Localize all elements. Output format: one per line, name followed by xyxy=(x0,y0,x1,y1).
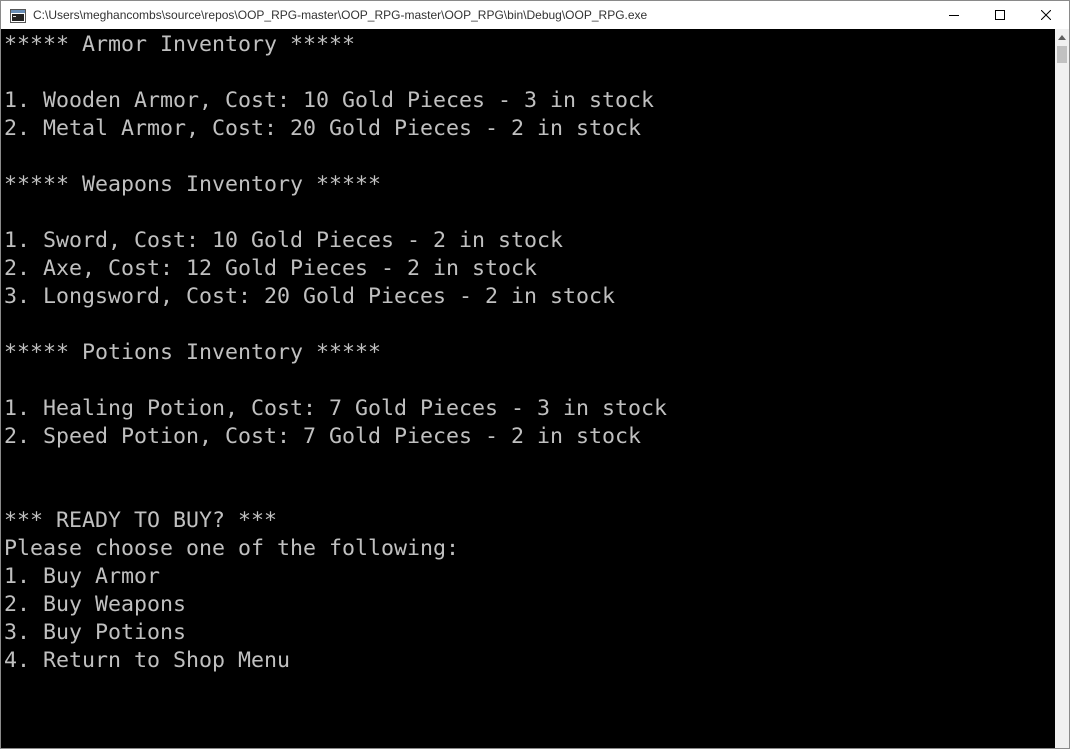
console-app-icon xyxy=(10,8,26,23)
ready-to-buy-header: *** READY TO BUY? *** xyxy=(4,508,278,533)
close-icon xyxy=(1041,10,1051,20)
console-line: 2. Axe, Cost: 12 Gold Pieces - 2 in stoc… xyxy=(4,256,538,281)
console-line: 1. Wooden Armor, Cost: 10 Gold Pieces - … xyxy=(4,88,655,113)
armor-inventory-header: ***** Armor Inventory ***** xyxy=(4,32,356,57)
menu-option: 4. Return to Shop Menu xyxy=(4,648,291,673)
minimize-button[interactable] xyxy=(931,1,977,29)
weapons-inventory-header: ***** Weapons Inventory ***** xyxy=(4,172,382,197)
vertical-scrollbar[interactable] xyxy=(1055,29,1069,748)
minimize-icon xyxy=(949,15,959,16)
close-button[interactable] xyxy=(1023,1,1069,29)
window-title: C:\Users\meghancombs\source\repos\OOP_RP… xyxy=(33,8,648,22)
console-line: 3. Longsword, Cost: 20 Gold Pieces - 2 i… xyxy=(4,284,616,309)
scroll-up-button[interactable] xyxy=(1055,29,1069,46)
menu-option: 1. Buy Armor xyxy=(4,564,161,589)
console-window: C:\Users\meghancombs\source\repos\OOP_RP… xyxy=(0,0,1070,749)
console-line: 2. Speed Potion, Cost: 7 Gold Pieces - 2… xyxy=(4,424,642,449)
console-line: 1. Healing Potion, Cost: 7 Gold Pieces -… xyxy=(4,396,668,421)
console-output[interactable]: ***** Armor Inventory ***** 1. Wooden Ar… xyxy=(1,29,1055,748)
chevron-up-icon xyxy=(1058,35,1066,40)
menu-option: 3. Buy Potions xyxy=(4,620,187,645)
menu-option: 2. Buy Weapons xyxy=(4,592,187,617)
maximize-button[interactable] xyxy=(977,1,1023,29)
menu-prompt: Please choose one of the following: xyxy=(4,536,460,561)
title-bar[interactable]: C:\Users\meghancombs\source\repos\OOP_RP… xyxy=(1,1,1069,29)
maximize-icon xyxy=(995,10,1005,20)
console-line: 2. Metal Armor, Cost: 20 Gold Pieces - 2… xyxy=(4,116,642,141)
console-line: 1. Sword, Cost: 10 Gold Pieces - 2 in st… xyxy=(4,228,564,253)
potions-inventory-header: ***** Potions Inventory ***** xyxy=(4,340,382,365)
scroll-thumb[interactable] xyxy=(1057,46,1067,63)
